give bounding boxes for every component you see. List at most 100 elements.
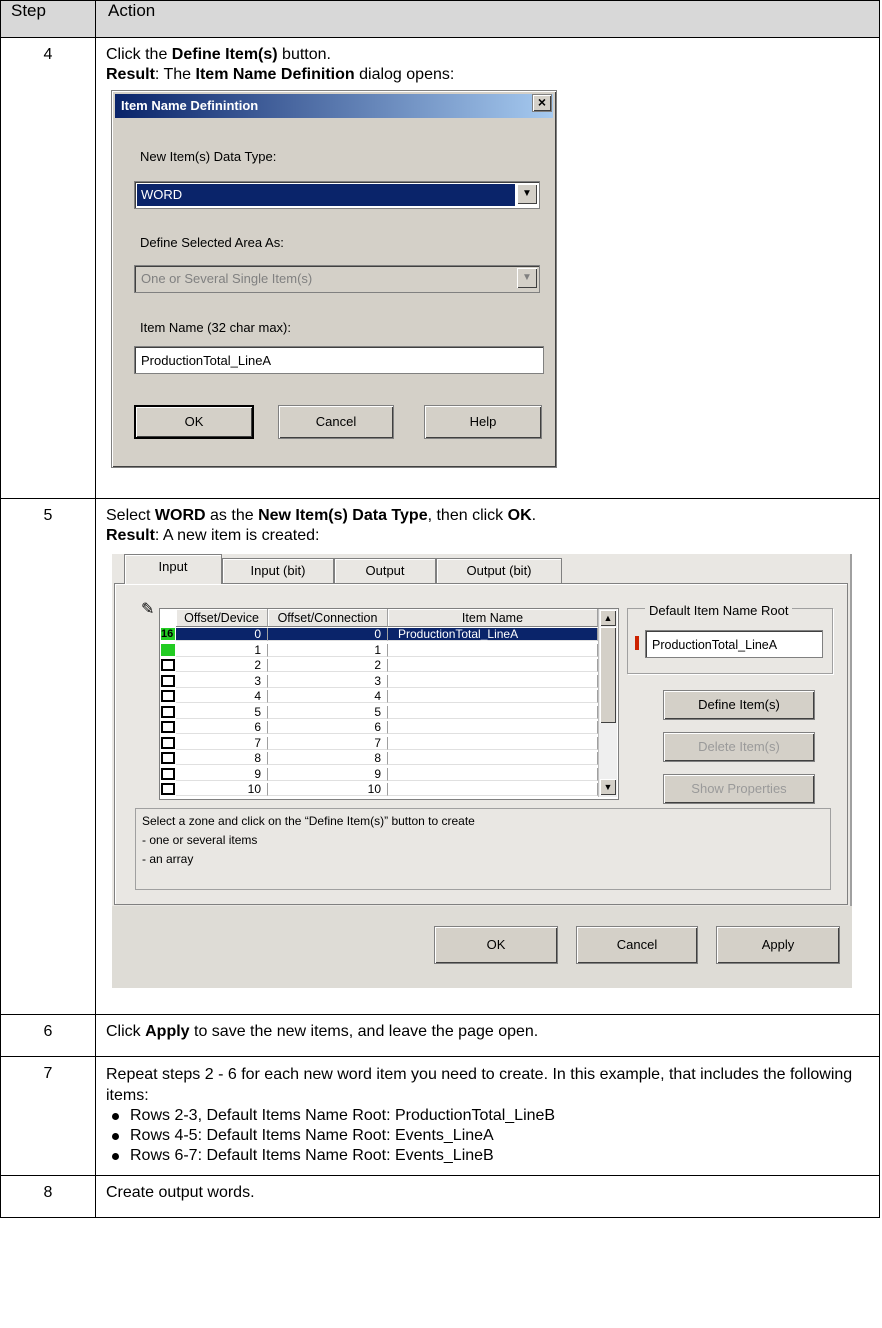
column-header[interactable]: Item Name — [388, 609, 598, 627]
tab-output[interactable]: Output — [334, 558, 436, 584]
step-text: Click the Define Item(s) button. — [106, 46, 331, 63]
vertical-scrollbar[interactable]: ▲ ▼ — [598, 609, 617, 797]
chevron-down-icon[interactable]: ▼ — [517, 184, 537, 204]
step-text: Select WORD as the New Item(s) Data Type… — [106, 507, 537, 524]
panel-edge — [850, 554, 852, 906]
item-name-cell — [388, 690, 598, 703]
row-checkbox[interactable] — [161, 643, 175, 656]
offset-connection-cell: 9 — [268, 767, 388, 781]
warning-icon — [635, 636, 639, 650]
ok-button[interactable]: OK — [134, 405, 254, 439]
step-action: Click the Define Item(s) button. Result:… — [95, 37, 880, 499]
define-items-button[interactable]: Define Item(s) — [663, 690, 815, 720]
table-row[interactable]: 10 10 — [160, 783, 598, 796]
step-text: Repeat steps 2 - 6 for each new word ite… — [106, 1066, 853, 1104]
offset-device-cell: 0 — [176, 628, 268, 641]
item-name-input[interactable]: ProductionTotal_LineA — [134, 346, 544, 374]
row-checkbox[interactable] — [161, 783, 175, 795]
tab-body: ✎ Offset/Device Offset/Connection Item N… — [114, 583, 848, 905]
offset-connection-cell: 7 — [268, 736, 388, 750]
data-type-value: WORD — [137, 184, 515, 206]
delete-items-button: Delete Item(s) — [663, 732, 815, 762]
table-row[interactable]: 44 — [160, 690, 598, 703]
list-item: Rows 2-3, Default Items Name Root: Produ… — [106, 1106, 869, 1126]
table-row[interactable]: 22 — [160, 659, 598, 672]
offset-device-cell: 2 — [176, 659, 268, 672]
offset-device-cell: 7 — [176, 736, 268, 750]
table-row[interactable]: 55 — [160, 705, 598, 719]
cancel-button[interactable]: Cancel — [576, 926, 698, 964]
item-name-cell — [388, 674, 598, 688]
row-checkbox[interactable] — [161, 659, 175, 671]
tab-input-bit[interactable]: Input (bit) — [222, 558, 334, 584]
tab-output-bit[interactable]: Output (bit) — [436, 558, 562, 584]
row-checkbox[interactable] — [161, 705, 175, 718]
row-checkbox[interactable] — [161, 690, 175, 702]
info-line: - one or several items — [142, 833, 258, 847]
step-result: Result: The Item Name Definition dialog … — [106, 66, 455, 83]
row-checkbox[interactable] — [161, 752, 175, 764]
dialog-title: Item Name Definintion — [115, 94, 553, 118]
default-root-label: Default Item Name Root — [645, 601, 793, 621]
offset-connection-cell: 10 — [268, 783, 388, 796]
scroll-down-icon[interactable]: ▼ — [600, 779, 616, 795]
row-checkbox[interactable] — [161, 721, 175, 733]
button-bar: OK Cancel Apply — [112, 906, 852, 988]
scroll-up-icon[interactable]: ▲ — [600, 610, 616, 626]
offset-device-cell: 3 — [176, 674, 268, 688]
size-badge: 16 — [161, 628, 174, 640]
page: Step Action 4 Click the Define Item(s) b… — [0, 0, 882, 1328]
row-checkbox[interactable] — [161, 674, 175, 687]
ok-button[interactable]: OK — [434, 926, 558, 964]
row-checkbox[interactable]: 16 — [161, 628, 175, 640]
item-name-cell — [388, 643, 598, 657]
row-checkbox[interactable] — [161, 736, 175, 749]
item-name-cell: ProductionTotal_LineA — [388, 628, 598, 641]
chevron-down-icon: ▼ — [517, 268, 537, 288]
close-icon[interactable]: × — [532, 94, 552, 112]
table-row[interactable]: 66 — [160, 721, 598, 734]
offset-device-cell: 6 — [176, 721, 268, 734]
table-row[interactable]: 88 — [160, 752, 598, 765]
pencil-icon: ✎ — [141, 601, 155, 618]
step-action: Create output words. — [95, 1175, 880, 1218]
column-header[interactable]: Offset/Device — [176, 609, 268, 627]
items-grid[interactable]: Offset/Device Offset/Connection Item Nam… — [159, 608, 619, 800]
item-name-cell — [388, 752, 598, 765]
table-row[interactable]: 33 — [160, 674, 598, 688]
data-type-select[interactable]: WORD ▼ — [134, 181, 540, 209]
column-header[interactable]: Offset/Connection — [268, 609, 388, 627]
offset-connection-cell: 6 — [268, 721, 388, 734]
offset-connection-cell: 8 — [268, 752, 388, 765]
info-box: Select a zone and click on the “Define I… — [135, 808, 831, 890]
row-checkbox[interactable] — [161, 767, 175, 780]
tab-input[interactable]: Input — [124, 554, 222, 584]
item-name-cell — [388, 767, 598, 781]
scroll-thumb[interactable] — [600, 627, 616, 723]
help-button[interactable]: Help — [424, 405, 542, 439]
offset-device-cell: 9 — [176, 767, 268, 781]
offset-device-cell: 1 — [176, 643, 268, 657]
bullet-list: Rows 2-3, Default Items Name Root: Produ… — [106, 1106, 869, 1166]
info-line: Select a zone and click on the “Define I… — [142, 814, 475, 828]
step-number: 5 — [0, 498, 96, 1015]
table-header-row: Step Action — [0, 0, 880, 38]
default-root-input[interactable]: ProductionTotal_LineA — [645, 630, 823, 658]
dialog-screenshot: Item Name Definintion × New Item(s) Data… — [106, 85, 869, 485]
table-row[interactable]: 77 — [160, 736, 598, 750]
item-name-cell — [388, 736, 598, 750]
cancel-button[interactable]: Cancel — [278, 405, 394, 439]
apply-button[interactable]: Apply — [716, 926, 840, 964]
step-row-6: 6 Click Apply to save the new items, and… — [0, 1014, 880, 1057]
offset-connection-cell: 1 — [268, 643, 388, 657]
header-step: Step — [0, 0, 96, 38]
table-row[interactable]: 99 — [160, 767, 598, 781]
table-row[interactable]: 11 — [160, 643, 598, 657]
offset-device-cell: 10 — [176, 783, 268, 796]
area-select: One or Several Single Item(s) ▼ — [134, 265, 540, 293]
table-row[interactable]: 16 0 0 ProductionTotal_LineA — [160, 628, 598, 641]
offset-connection-cell: 3 — [268, 674, 388, 688]
step-row-7: 7 Repeat steps 2 - 6 for each new word i… — [0, 1056, 880, 1176]
step-number: 6 — [0, 1014, 96, 1057]
offset-connection-cell: 0 — [268, 628, 388, 641]
